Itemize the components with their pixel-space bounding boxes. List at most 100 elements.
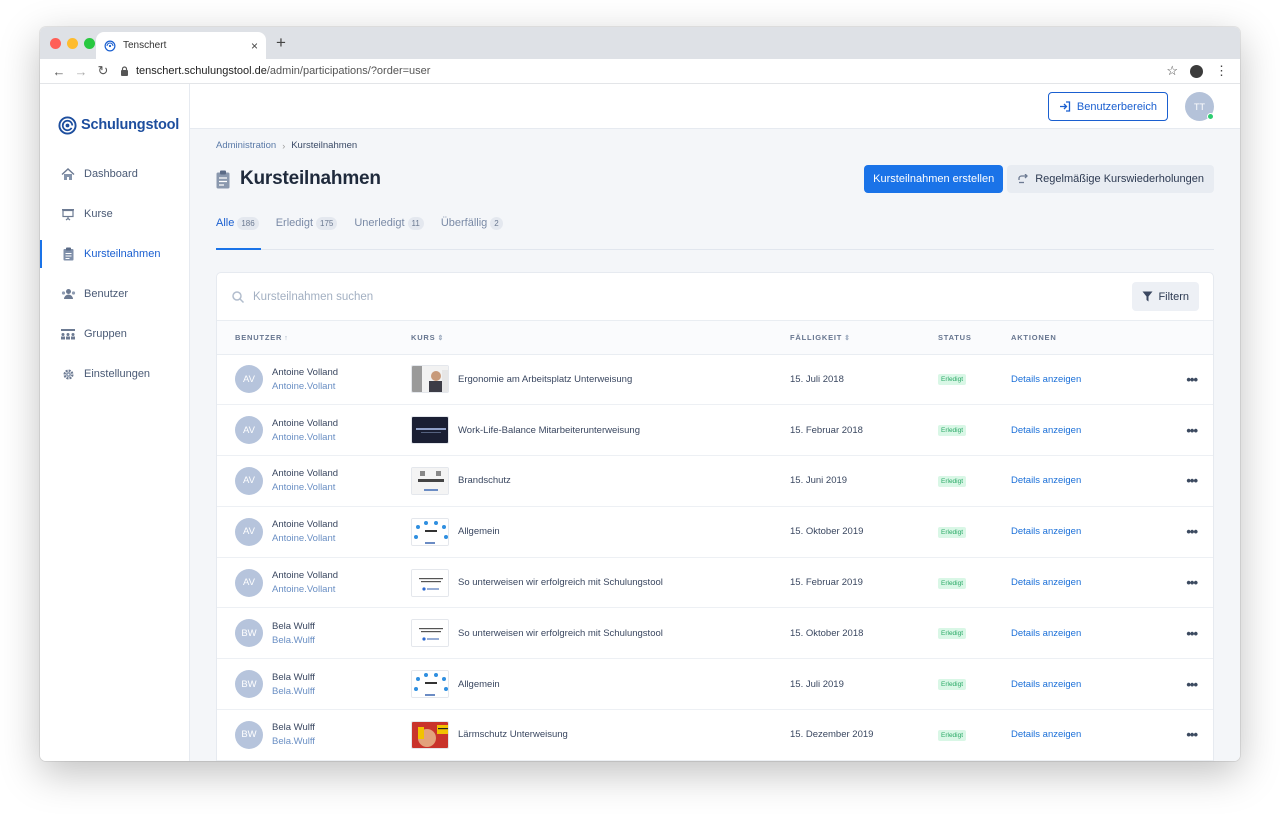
- sort-icon: ⇕: [844, 334, 851, 342]
- sidebar-item-kursteilnahmen[interactable]: Kursteilnahmen: [40, 234, 189, 274]
- table-row: AV Antoine Volland Antoine.Vollant So un…: [217, 557, 1213, 608]
- forward-icon[interactable]: →: [70, 64, 92, 79]
- row-more-button[interactable]: •••: [1173, 608, 1213, 659]
- status-badge: Erledigt: [938, 577, 967, 589]
- user-avatar: AV: [235, 466, 263, 495]
- status-cell: Erledigt: [920, 354, 993, 405]
- user-cell: BW Bela Wulff Bela.Wulff: [217, 608, 393, 659]
- tab-close-icon[interactable]: ×: [251, 39, 258, 53]
- search-bar: Filtern: [217, 273, 1213, 321]
- user-name[interactable]: Bela Wulff: [272, 621, 315, 632]
- sidebar-item-einstellungen[interactable]: Einstellungen: [40, 354, 189, 394]
- maximize-window-button[interactable]: [84, 38, 95, 49]
- sidebar-item-label: Benutzer: [84, 288, 129, 300]
- benutzerbereich-label: Benutzerbereich: [1076, 100, 1157, 113]
- user-name[interactable]: Antoine Volland: [272, 367, 338, 378]
- user-name[interactable]: Antoine Volland: [272, 418, 338, 429]
- row-more-button[interactable]: •••: [1173, 456, 1213, 507]
- row-more-button[interactable]: •••: [1173, 354, 1213, 405]
- due-date: 15. Juli 2019: [790, 678, 844, 690]
- sidebar-item-kurse[interactable]: Kurse: [40, 194, 189, 234]
- column-header-course[interactable]: KURS ⇕: [393, 321, 772, 355]
- course-thumbnail: [411, 466, 449, 495]
- action-cell: Details anzeigen: [993, 354, 1173, 405]
- user-login[interactable]: Bela.Wulff: [272, 686, 315, 697]
- user-login[interactable]: Antoine.Vollant: [272, 381, 338, 392]
- table-row: AV Antoine Volland Antoine.Vollant Work-…: [217, 405, 1213, 456]
- details-link[interactable]: Details anzeigen: [1011, 475, 1081, 486]
- benutzerbereich-button[interactable]: Benutzerbereich: [1047, 92, 1168, 121]
- status-badge: Erledigt: [938, 374, 967, 386]
- minimize-window-button[interactable]: [67, 38, 78, 49]
- row-more-button[interactable]: •••: [1173, 405, 1213, 456]
- user-login[interactable]: Antoine.Vollant: [272, 584, 338, 595]
- browser-menu-icon[interactable]: ⋮: [1215, 63, 1228, 79]
- user-login[interactable]: Bela.Wulff: [272, 635, 315, 646]
- app: Schulungstool Dashboard Kurse Kursteilna…: [40, 84, 1240, 761]
- status-tabs: Alle 186 Erledigt 175 Unerledigt 11 Über…: [216, 214, 1214, 250]
- user-name[interactable]: Antoine Volland: [272, 468, 338, 479]
- tab-alle[interactable]: Alle 186: [216, 214, 261, 250]
- table-row: BW Bela Wulff Bela.Wulff So unterweisen …: [217, 608, 1213, 659]
- sidebar-item-dashboard[interactable]: Dashboard: [40, 154, 189, 194]
- tab-ueberfaellig[interactable]: Überfällig 2: [441, 214, 503, 249]
- tab-label: Überfällig: [440, 217, 488, 229]
- due-date: 15. Juni 2019: [790, 475, 848, 487]
- column-header-user[interactable]: BENUTZER ↑: [217, 321, 393, 355]
- column-header-due[interactable]: FÄLLIGKEIT ⇕: [772, 321, 920, 355]
- action-cell: Details anzeigen: [993, 710, 1173, 761]
- user-name[interactable]: Antoine Volland: [272, 570, 338, 581]
- schulungstool-logo-icon: [58, 115, 77, 135]
- browser-tab[interactable]: Tenschert ×: [96, 32, 266, 59]
- new-tab-button[interactable]: +: [276, 33, 286, 53]
- details-link[interactable]: Details anzeigen: [1011, 374, 1081, 385]
- course-title[interactable]: Allgemein: [458, 526, 500, 537]
- user-login[interactable]: Bela.Wulff: [272, 736, 315, 747]
- row-more-button[interactable]: •••: [1173, 710, 1213, 761]
- details-link[interactable]: Details anzeigen: [1011, 679, 1081, 690]
- row-more-button[interactable]: •••: [1173, 659, 1213, 710]
- create-participations-button[interactable]: Kursteilnahmen erstellen: [864, 165, 1004, 193]
- sort-asc-icon: ↑: [284, 334, 289, 342]
- user-name[interactable]: Bela Wulff: [272, 722, 315, 733]
- row-more-button[interactable]: •••: [1173, 557, 1213, 608]
- breadcrumb-administration[interactable]: Administration: [216, 140, 276, 151]
- sidebar-item-gruppen[interactable]: Gruppen: [40, 314, 189, 354]
- address-bar[interactable]: tenschert.schulungstool.de/admin/partici…: [120, 65, 1166, 77]
- user-login[interactable]: Antoine.Vollant: [272, 432, 338, 443]
- course-cell: So unterweisen wir erfolgreich mit Schul…: [393, 608, 772, 659]
- details-link[interactable]: Details anzeigen: [1011, 425, 1081, 436]
- close-window-button[interactable]: [50, 38, 61, 49]
- sidebar-item-benutzer[interactable]: Benutzer: [40, 274, 189, 314]
- filter-button[interactable]: Filtern: [1132, 282, 1199, 311]
- tab-erledigt[interactable]: Erledigt 175: [276, 214, 338, 249]
- course-title[interactable]: So unterweisen wir erfolgreich mit Schul…: [458, 577, 663, 588]
- details-link[interactable]: Details anzeigen: [1011, 577, 1081, 588]
- course-title[interactable]: Brandschutz: [458, 475, 511, 486]
- back-icon[interactable]: ←: [48, 64, 70, 79]
- user-name[interactable]: Bela Wulff: [272, 672, 315, 683]
- details-link[interactable]: Details anzeigen: [1011, 526, 1081, 537]
- course-title[interactable]: So unterweisen wir erfolgreich mit Schul…: [458, 628, 663, 639]
- user-login[interactable]: Antoine.Vollant: [272, 533, 338, 544]
- details-link[interactable]: Details anzeigen: [1011, 729, 1081, 740]
- search-input[interactable]: [253, 290, 1133, 303]
- table-row: BW Bela Wulff Bela.Wulff Allgemein 15. J…: [217, 659, 1213, 710]
- logo[interactable]: Schulungstool: [40, 84, 189, 144]
- bookmark-star-icon[interactable]: ☆: [1166, 63, 1178, 79]
- course-cell: Brandschutz: [393, 456, 772, 507]
- course-title[interactable]: Work-Life-Balance Mitarbeiterunterweisun…: [458, 425, 640, 436]
- course-title[interactable]: Allgemein: [458, 679, 500, 690]
- reload-icon[interactable]: ↻: [92, 63, 114, 79]
- user-login[interactable]: Antoine.Vollant: [272, 482, 338, 493]
- tab-unerledigt[interactable]: Unerledigt 11: [354, 214, 424, 249]
- recurring-courses-button[interactable]: Regelmäßige Kurswiederholungen: [1007, 165, 1214, 193]
- row-more-button[interactable]: •••: [1173, 506, 1213, 557]
- details-link[interactable]: Details anzeigen: [1011, 628, 1081, 639]
- course-title[interactable]: Lärmschutz Unterweisung: [458, 729, 568, 740]
- course-title[interactable]: Ergonomie am Arbeitsplatz Unterweisung: [458, 374, 632, 385]
- browser-profile-icon[interactable]: [1190, 64, 1203, 78]
- user-avatar[interactable]: TT: [1185, 92, 1214, 121]
- action-cell: Details anzeigen: [993, 405, 1173, 456]
- user-name[interactable]: Antoine Volland: [272, 519, 338, 530]
